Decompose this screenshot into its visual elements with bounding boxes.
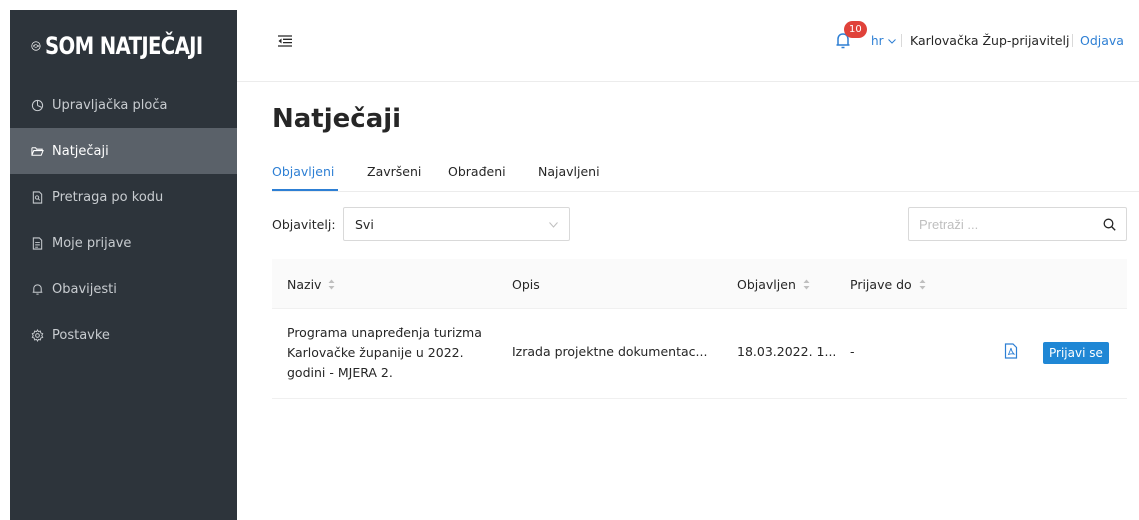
search-icon[interactable] (1103, 218, 1116, 231)
sidebar-item-natjecaji[interactable]: Natječaji (10, 128, 237, 174)
sidebar-item-postavke[interactable]: Postavke (10, 312, 237, 358)
column-header-prijave-do[interactable]: Prijave do (850, 277, 926, 292)
sidebar-item-dashboard[interactable]: Upravljačka ploča (10, 82, 237, 128)
column-label: Naziv (287, 277, 322, 292)
chevron-down-icon (549, 222, 558, 228)
sort-icon (919, 279, 926, 290)
top-header: 10 hr Karlovačka Žup-prijavitelj Odjava (237, 0, 1139, 82)
apply-button[interactable]: Prijavi se (1043, 342, 1109, 364)
sidebar-item-label: Pretraga po kodu (52, 189, 164, 205)
search-box (908, 207, 1127, 241)
header-divider (1072, 34, 1073, 47)
fish-logo-icon (31, 41, 41, 51)
pdf-file-icon[interactable] (1004, 343, 1018, 359)
sidebar-item-obavijesti[interactable]: Obavijesti (10, 266, 237, 312)
cell-prijave-do: - (850, 344, 855, 359)
sidebar-item-pretraga[interactable]: Pretraga po kodu (10, 174, 237, 220)
language-selector[interactable]: hr (871, 34, 896, 48)
active-tab-indicator (272, 189, 338, 191)
sidebar-item-label: Moje prijave (52, 235, 132, 251)
column-header-opis: Opis (512, 277, 540, 292)
column-label: Objavljen (737, 277, 796, 292)
publisher-filter-label: Objavitelj: (272, 217, 336, 232)
file-text-icon (32, 236, 43, 250)
user-name[interactable]: Karlovačka Žup-prijavitelj (910, 33, 1070, 48)
cell-opis: Izrada projektne dokumentac... (512, 344, 708, 359)
menu-fold-icon[interactable] (278, 35, 292, 47)
sidebar-nav: Upravljačka ploča Natječaji Pretraga po … (10, 82, 237, 358)
language-label: hr (871, 34, 884, 48)
column-label: Opis (512, 277, 540, 292)
sidebar-item-label: Obavijesti (52, 281, 117, 297)
sort-icon (328, 279, 335, 290)
gear-icon (31, 328, 44, 342)
cell-naziv: Programa unapređenja turizma Karlovačke … (287, 325, 482, 380)
sidebar-item-moje-prijave[interactable]: Moje prijave (10, 220, 237, 266)
column-header-naziv[interactable]: Naziv (287, 277, 335, 292)
publisher-select-value: Svi (355, 217, 374, 232)
header-divider (901, 34, 902, 47)
sidebar-item-label: Postavke (52, 327, 110, 343)
dashboard-icon (31, 99, 44, 111)
sidebar: SOM NATJEČAJI Upravljačka ploča Natječaj… (10, 10, 237, 520)
tab-bar: Objavljeni Završeni Obrađeni Najavljeni (272, 158, 1139, 192)
cell-objavljen: 18.03.2022. 1... (737, 344, 837, 359)
table-row: Programa unapređenja turizma Karlovačke … (272, 309, 1127, 399)
bell-icon (32, 283, 43, 295)
logout-link[interactable]: Odjava (1080, 33, 1124, 48)
tab-obradeni[interactable]: Obrađeni (448, 164, 506, 179)
page-title: Natječaji (272, 104, 402, 134)
sort-icon (803, 279, 810, 290)
chevron-down-icon (887, 38, 896, 44)
column-label: Prijave do (850, 277, 912, 292)
publisher-select[interactable]: Svi (343, 207, 570, 241)
brand-logo[interactable]: SOM NATJEČAJI (10, 10, 237, 82)
search-input[interactable] (919, 214, 1089, 234)
sidebar-item-label: Upravljačka ploča (52, 97, 168, 113)
tab-objavljeni[interactable]: Objavljeni (272, 164, 334, 179)
tab-najavljeni[interactable]: Najavljeni (538, 164, 600, 179)
notification-count-badge: 10 (844, 21, 867, 38)
sidebar-item-label: Natječaji (52, 143, 109, 159)
tab-zavrseni[interactable]: Završeni (367, 164, 421, 179)
folder-open-icon (31, 146, 44, 156)
file-search-icon (32, 190, 43, 204)
table-header: Naziv Opis Objavljen Prijave do (272, 259, 1127, 309)
brand-name: SOM NATJEČAJI (44, 32, 203, 60)
column-header-objavljen[interactable]: Objavljen (737, 277, 810, 292)
